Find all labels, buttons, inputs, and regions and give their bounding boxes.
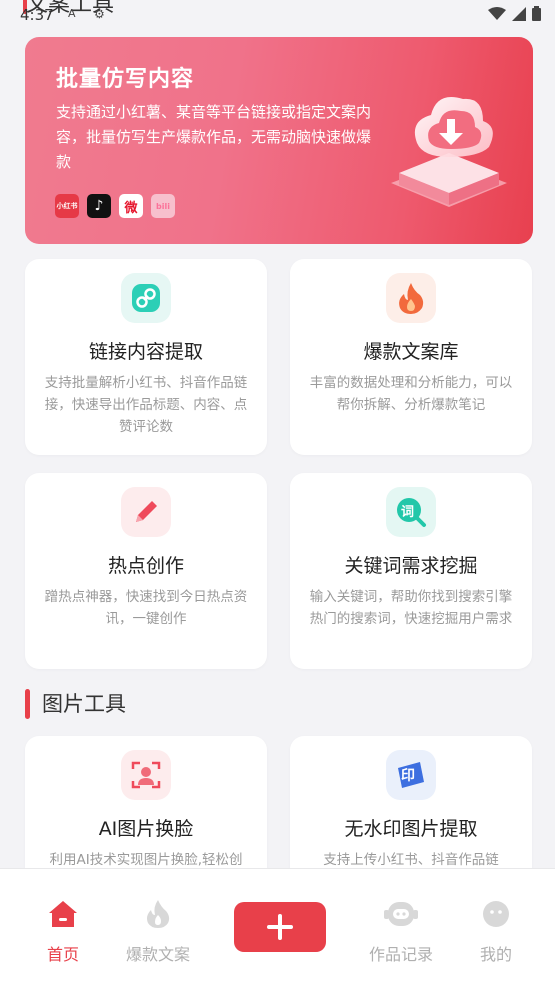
tool-card-keyword-mining[interactable]: 词 关键词需求挖掘 输入关键词，帮助你找到搜索引擎热门的搜索词，快速挖掘用户需求 (290, 473, 532, 669)
batch-rewrite-banner[interactable]: 批量仿写内容 支持通过小红薯、某音等平台链接或指定文案内容，批量仿写生产爆款作品… (25, 37, 533, 244)
status-bar: 文案工具 4:37 A ⚙ (0, 0, 555, 28)
notification-icon: A (68, 7, 76, 20)
card-description: 蹭热点神器，快速找到今日热点资讯，一键创作 (44, 589, 248, 627)
tab-label: 我的 (479, 945, 512, 964)
settings-notification-icon: ⚙ (94, 7, 105, 21)
card-title: 链接内容提取 (88, 341, 203, 363)
banner-description: 支持通过小红薯、某音等平台链接或指定文案内容，批量仿写生产爆款作品，无需动脑快速… (56, 103, 372, 171)
tool-card-link-extract[interactable]: 链接内容提取 支持批量解析小红书、抖音作品链接，快速导出作品标题、内容、点赞评论… (25, 259, 267, 455)
stamp-icon: 印 (386, 750, 436, 800)
douyin-logo-icon: ♪ (87, 194, 111, 218)
weibo-logo-icon: 微 (119, 194, 143, 218)
link-icon (121, 273, 171, 323)
flame-icon (386, 273, 436, 323)
card-title: 热点创作 (107, 555, 184, 577)
keyword-search-icon: 词 (386, 487, 436, 537)
keyword-glyph: 词 (401, 505, 415, 520)
section-bar (25, 689, 30, 719)
cloud-download-illustration-icon (391, 97, 507, 207)
create-add-button[interactable] (234, 902, 326, 952)
card-title: 爆款文案库 (363, 341, 459, 363)
tab-label: 作品记录 (368, 945, 433, 964)
section-title-image-tools: 图片工具 (42, 692, 126, 716)
card-title: 无水印图片提取 (344, 818, 478, 840)
card-title: AI图片换脸 (98, 818, 194, 840)
flame-icon (141, 897, 175, 931)
face-scan-icon (121, 750, 171, 800)
card-description: 输入关键词，帮助你找到搜索引擎热门的搜索词，快速挖掘用户需求 (309, 589, 513, 627)
robot-icon (384, 897, 418, 931)
card-description: 丰富的数据处理和分析能力，可以帮你拆解、分析爆款笔记 (309, 375, 513, 413)
stamp-glyph: 印 (401, 768, 415, 784)
bilibili-logo-icon: bili (151, 194, 175, 218)
tab-viral-copy[interactable]: 爆款文案 (103, 869, 213, 969)
tab-label: 爆款文案 (125, 945, 190, 964)
home-icon (46, 897, 80, 931)
tab-label: 首页 (46, 945, 79, 964)
battery-icon (532, 6, 541, 21)
card-description: 支持批量解析小红书、抖音作品链接，快速导出作品标题、内容、点赞评论数 (44, 375, 248, 435)
tab-mine[interactable]: 我的 (441, 869, 551, 969)
tool-card-viral-copy-library[interactable]: 爆款文案库 丰富的数据处理和分析能力，可以帮你拆解、分析爆款笔记 (290, 259, 532, 455)
pencil-icon (121, 487, 171, 537)
tool-card-hot-topic-create[interactable]: 热点创作 蹭热点神器，快速找到今日热点资讯，一键创作 (25, 473, 267, 669)
card-title: 关键词需求挖掘 (344, 555, 478, 577)
status-time: 4:37 (20, 6, 54, 24)
wifi-icon (488, 6, 506, 20)
user-face-icon (479, 897, 513, 931)
banner-title: 批量仿写内容 (56, 67, 195, 92)
xiaohongshu-logo-icon: 小红书 (55, 194, 79, 218)
tab-works-record[interactable]: 作品记录 (346, 869, 456, 969)
plus-icon (267, 914, 293, 940)
signal-icon (512, 6, 526, 21)
tab-home[interactable]: 首页 (8, 869, 118, 969)
platform-logos: 小红书 ♪ 微 bili (55, 194, 175, 218)
bottom-tab-bar: 首页 爆款文案 作品记录 我的 (0, 868, 555, 987)
